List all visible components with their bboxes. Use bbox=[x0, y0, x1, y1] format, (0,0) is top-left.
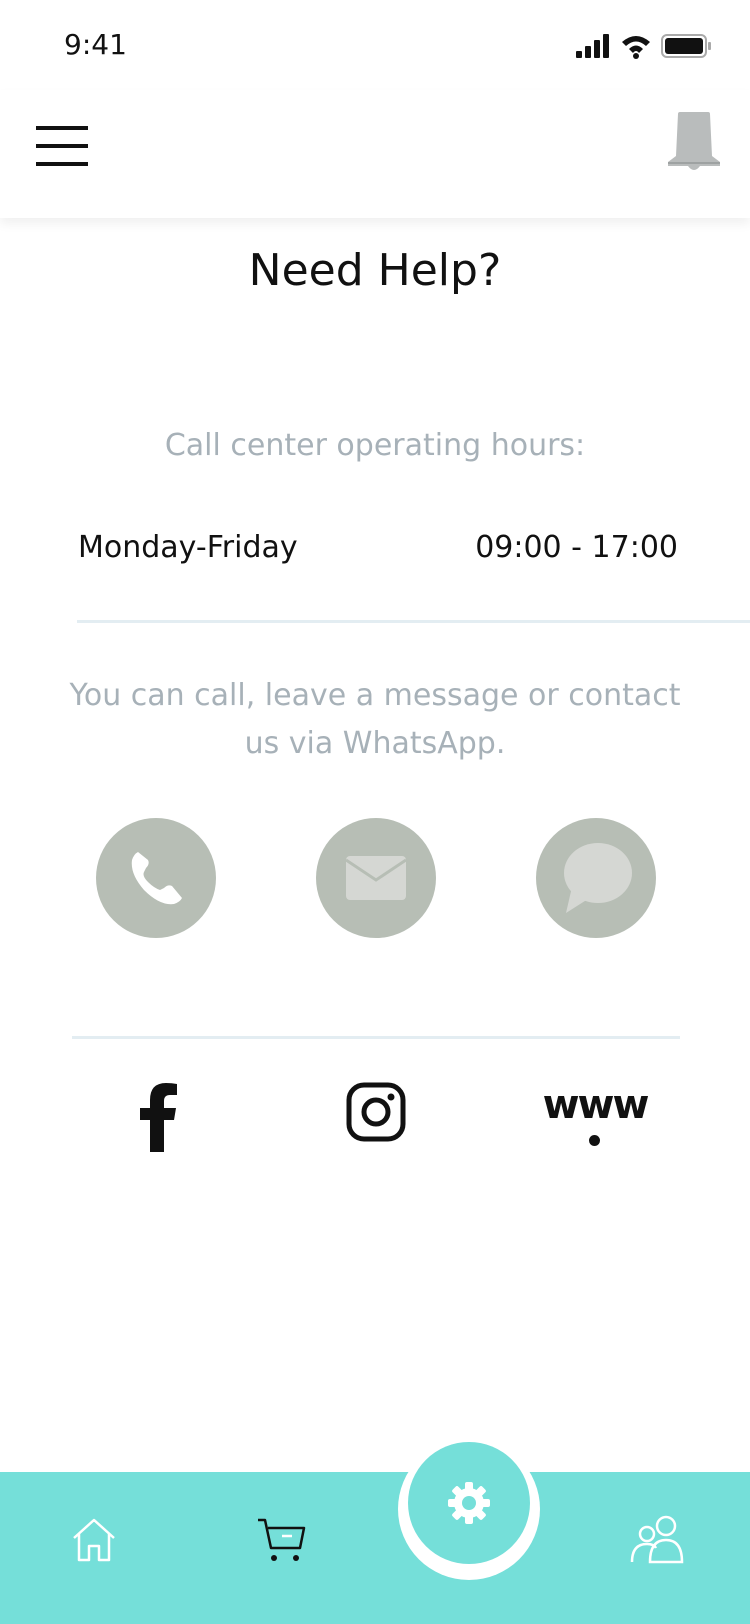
chat-bubble-icon bbox=[564, 843, 632, 913]
email-button[interactable] bbox=[316, 818, 436, 938]
users-icon bbox=[630, 1515, 684, 1564]
hours-row: Monday-Friday 09:00 - 17:00 bbox=[78, 530, 678, 580]
bottom-nav bbox=[0, 1472, 750, 1624]
settings-fab-inner bbox=[408, 1442, 530, 1564]
hours-caption: Call center operating hours: bbox=[164, 428, 586, 463]
contact-note: You can call, leave a message or contact… bbox=[69, 678, 681, 761]
nav-cart[interactable] bbox=[256, 1516, 308, 1564]
hamburger-menu-icon bbox=[36, 126, 88, 166]
cart-icon bbox=[258, 1518, 306, 1561]
menu-button[interactable] bbox=[34, 122, 90, 172]
instagram-link[interactable] bbox=[346, 1082, 406, 1142]
page-title: Need Help? bbox=[248, 245, 502, 296]
call-button[interactable] bbox=[96, 818, 216, 938]
settings-gear-icon bbox=[448, 1482, 490, 1524]
website-link[interactable]: www bbox=[540, 1082, 650, 1152]
divider bbox=[77, 620, 750, 623]
signal-wifi-battery-icon bbox=[576, 34, 711, 59]
settings-fab[interactable] bbox=[398, 1438, 540, 1580]
hours-time: 09:00 - 17:00 bbox=[475, 530, 678, 565]
home-icon bbox=[73, 1518, 115, 1562]
www-label: www bbox=[542, 1082, 650, 1128]
nav-profile[interactable] bbox=[630, 1514, 686, 1564]
whatsapp-button[interactable] bbox=[536, 818, 656, 938]
divider bbox=[72, 1036, 680, 1039]
mail-icon bbox=[346, 856, 406, 900]
bell-icon bbox=[668, 112, 720, 170]
facebook-link[interactable] bbox=[136, 1082, 180, 1152]
hours-days: Monday-Friday bbox=[78, 530, 298, 565]
www-dot bbox=[589, 1135, 600, 1146]
status-time: 9:41 bbox=[64, 28, 127, 61]
instagram-icon bbox=[346, 1082, 406, 1142]
facebook-icon bbox=[140, 1083, 177, 1152]
nav-home[interactable] bbox=[70, 1516, 118, 1564]
phone-icon bbox=[131, 852, 182, 905]
notifications-button[interactable] bbox=[666, 110, 722, 174]
status-icons bbox=[576, 32, 716, 60]
status-bar: 9:41 bbox=[0, 0, 750, 90]
app-header bbox=[0, 90, 750, 218]
